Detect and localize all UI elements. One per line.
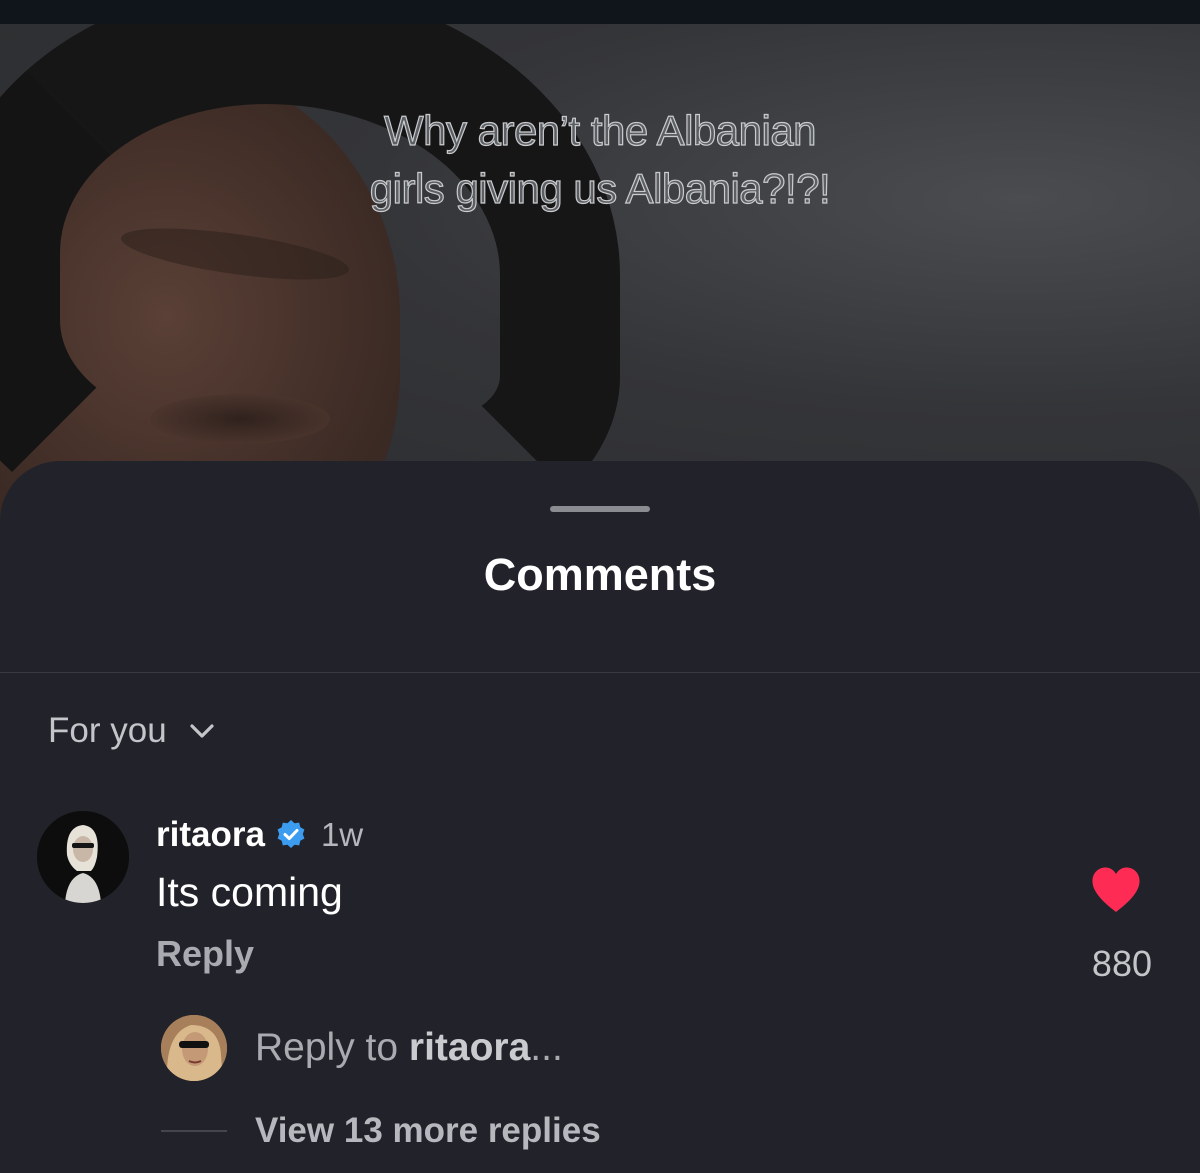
comments-sheet: Comments For you ritaora 1w Its coming R… <box>0 461 1200 1173</box>
comment-header: ritaora 1w <box>156 815 363 855</box>
comment-item: ritaora 1w Its coming Reply 880 Reply to… <box>0 811 1200 1173</box>
heart-icon[interactable] <box>1090 866 1142 914</box>
video-caption-line-1: Why aren’t the Albanian <box>383 106 817 154</box>
reply-target: ritaora <box>408 1026 531 1069</box>
view-more-replies-label: View 13 more replies <box>255 1111 601 1150</box>
current-user-avatar-image <box>161 1015 227 1081</box>
video-caption-line-2: girls giving us Albania?!?! <box>369 164 831 212</box>
sheet-divider <box>0 672 1200 673</box>
like-count: 880 <box>1091 943 1152 984</box>
reply-prefix: Reply to <box>255 1026 409 1069</box>
reply-button[interactable]: Reply <box>156 933 254 975</box>
status-bar <box>0 0 1200 24</box>
thread-line <box>161 1130 227 1132</box>
comment-text: Its coming <box>156 869 343 915</box>
sort-dropdown[interactable]: For you <box>48 711 217 751</box>
reply-input[interactable]: Reply to ritaora... <box>161 1015 563 1081</box>
video-caption: Why aren’t the Albanian girls giving us … <box>300 102 900 218</box>
reply-input-placeholder: Reply to ritaora... <box>255 1026 563 1070</box>
current-user-avatar <box>161 1015 227 1081</box>
sheet-drag-handle[interactable] <box>550 506 650 512</box>
reply-suffix: ... <box>530 1026 563 1069</box>
sort-label: For you <box>48 711 167 750</box>
video-eye-shape <box>150 394 330 444</box>
video-player[interactable]: Why aren’t the Albanian girls giving us … <box>0 24 1200 524</box>
avatar[interactable] <box>37 811 129 903</box>
chevron-down-icon <box>190 724 214 738</box>
sheet-title: Comments <box>483 549 717 600</box>
view-more-replies[interactable]: View 13 more replies <box>161 1111 601 1151</box>
verified-badge-icon <box>277 820 305 848</box>
comment-username[interactable]: ritaora <box>156 815 265 855</box>
avatar-image <box>37 811 129 903</box>
comment-timestamp: 1w <box>320 816 364 853</box>
